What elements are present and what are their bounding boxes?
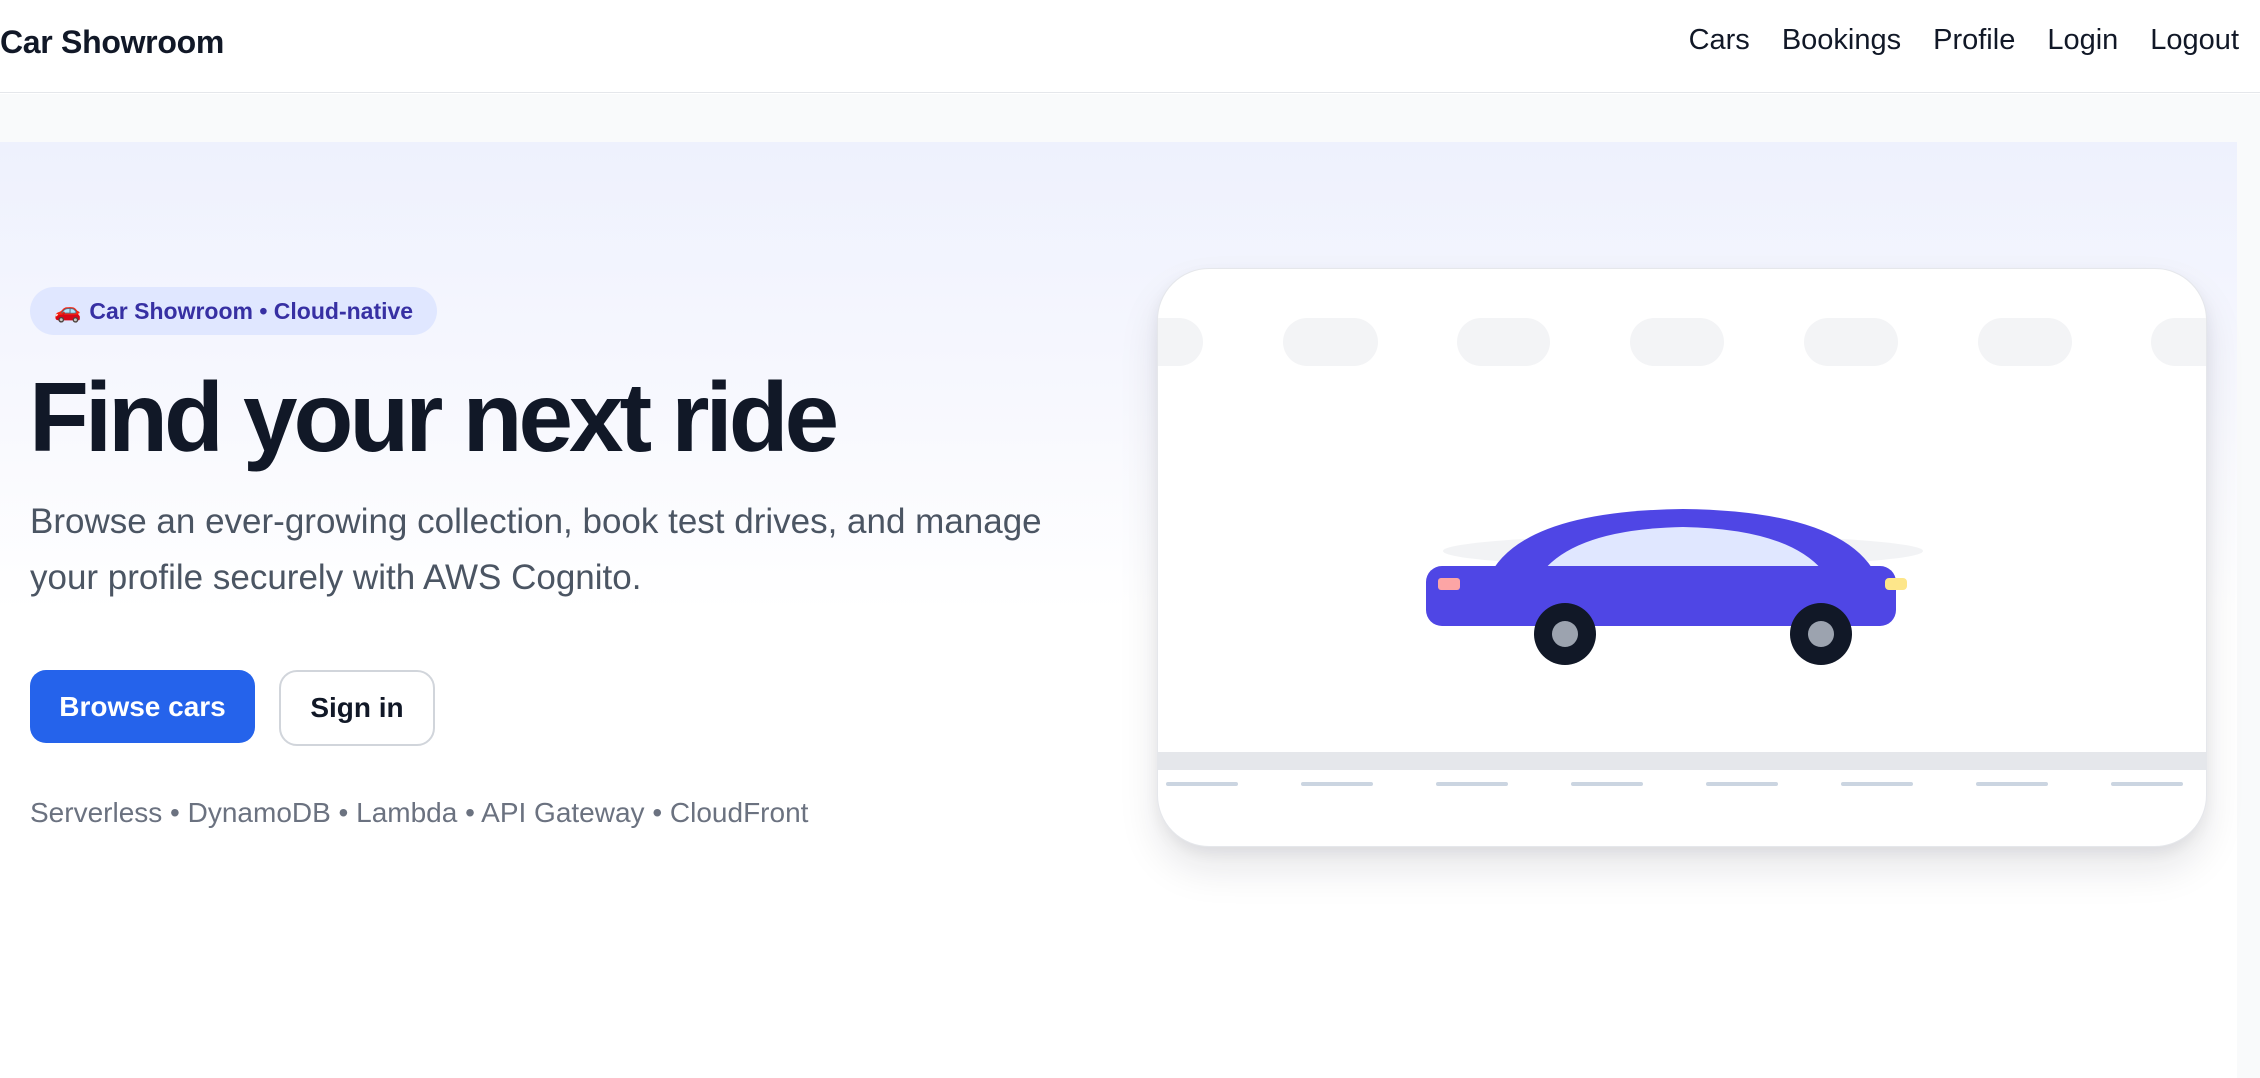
cloud-shape — [1283, 318, 1378, 366]
car-illustration — [1158, 318, 2206, 786]
cloud-shape — [1630, 318, 1724, 366]
road-marking — [1706, 782, 1778, 786]
brand-logo-text[interactable]: Car Showroom — [0, 24, 224, 61]
car-headlight — [1885, 578, 1907, 590]
cloud-shape — [1804, 318, 1898, 366]
road-marking — [1841, 782, 1913, 786]
car-illustration-card — [1157, 268, 2207, 847]
cloud-shape — [1158, 318, 1203, 366]
hero-badge-label: Car Showroom • Cloud-native — [89, 297, 414, 324]
road-marking — [1166, 782, 1238, 786]
browse-cars-button[interactable]: Browse cars — [30, 670, 255, 743]
road-marking — [1436, 782, 1508, 786]
car-rear-hub — [1552, 621, 1578, 647]
main-nav: Cars Bookings Profile Login Logout — [1689, 24, 2239, 57]
car-emoji-icon: 🚗 — [54, 298, 82, 323]
road-marking — [2111, 782, 2183, 786]
car-front-hub — [1808, 621, 1834, 647]
road-marking — [1301, 782, 1373, 786]
car-taillight — [1438, 578, 1460, 590]
hero-badge: 🚗 Car Showroom • Cloud-native — [30, 287, 438, 335]
cloud-shape — [1978, 318, 2072, 366]
top-navbar: Car Showroom Cars Bookings Profile Login… — [0, 0, 2260, 93]
car-icon — [1426, 509, 1923, 665]
road-marking — [1571, 782, 1643, 786]
nav-link-cars[interactable]: Cars — [1689, 24, 1750, 57]
tech-stack-line: Serverless • DynamoDB • Lambda • API Gat… — [30, 797, 809, 828]
nav-link-bookings[interactable]: Bookings — [1782, 24, 1901, 57]
cloud-shape — [2151, 318, 2206, 366]
sky-pills — [1158, 318, 2206, 366]
cloud-shape — [1457, 318, 1550, 366]
hero-subtitle: Browse an ever-growing collection, book … — [30, 502, 1042, 597]
nav-link-logout[interactable]: Logout — [2150, 24, 2239, 57]
road — [1158, 752, 2206, 786]
road-marking — [1976, 782, 2048, 786]
road-surface — [1158, 752, 2206, 770]
nav-link-profile[interactable]: Profile — [1933, 24, 2015, 57]
hero-title: Find your next ride — [29, 362, 839, 472]
nav-link-login[interactable]: Login — [2047, 24, 2118, 57]
sign-in-button[interactable]: Sign in — [279, 670, 435, 746]
